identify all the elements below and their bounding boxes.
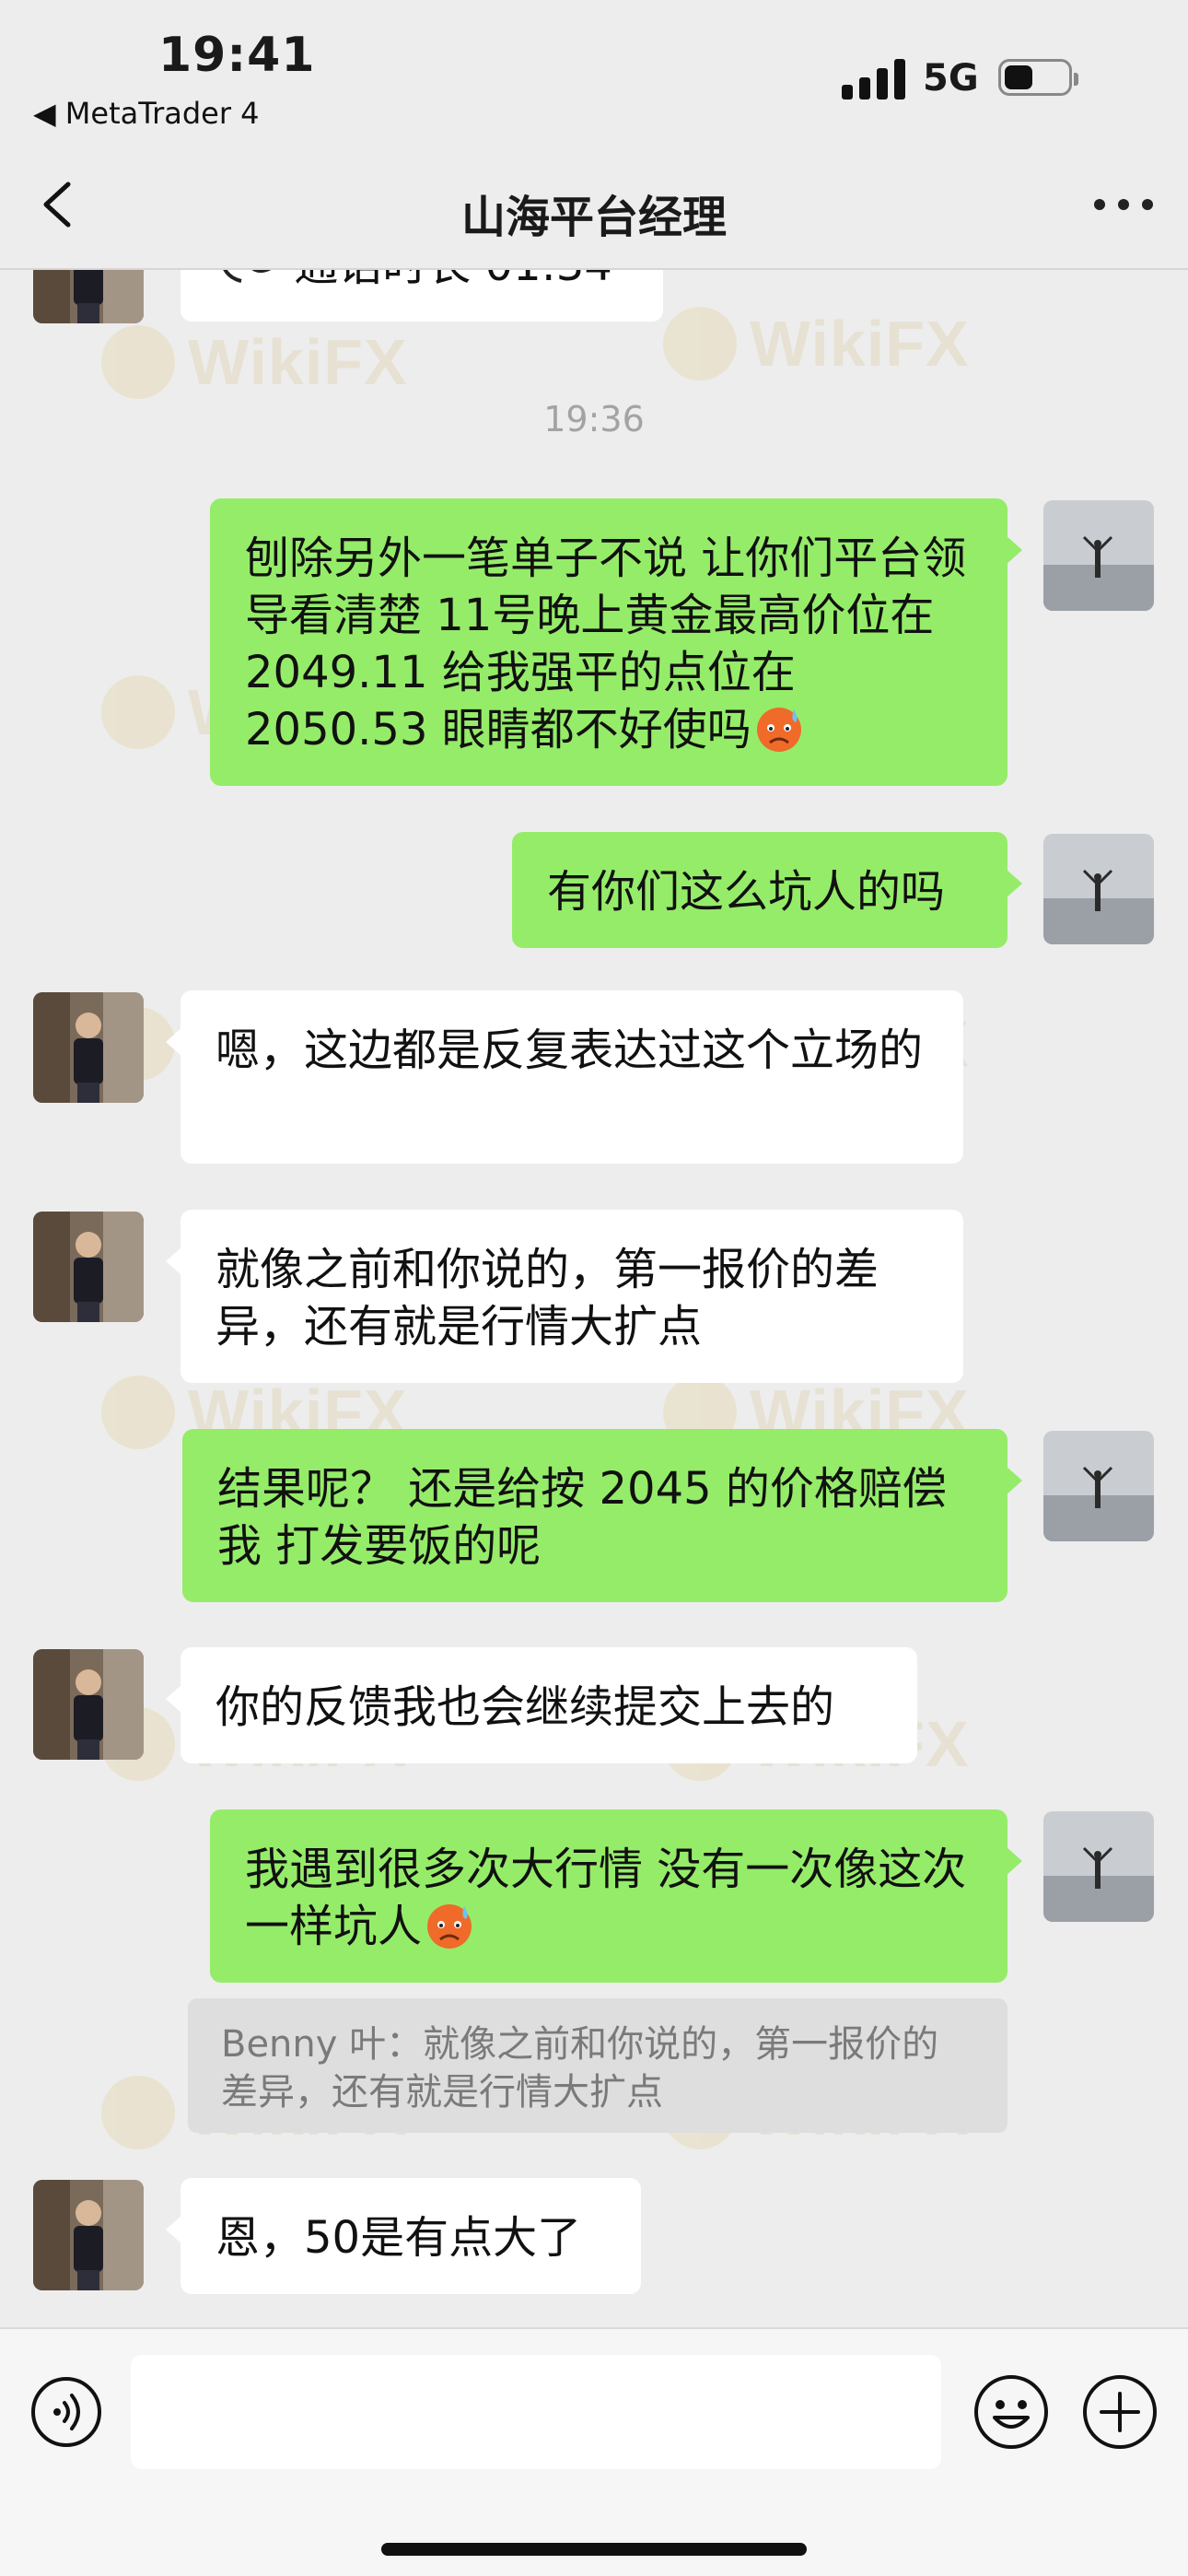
message-text: 我遇到很多次大行情 没有一次像这次一样坑人	[245, 1844, 967, 1952]
more-options-icon[interactable]	[1094, 192, 1153, 217]
my-avatar[interactable]	[1043, 1811, 1154, 1922]
message-text: 嗯，这边都是反复表达过这个立场的	[215, 1025, 924, 1076]
network-type: 5G	[923, 57, 979, 100]
message-bubble-incoming[interactable]: 恩，50是有点大了	[166, 2178, 641, 2294]
call-record-bubble[interactable]: 通话时长 01:34	[166, 270, 663, 322]
watermark-text: WikiFX	[750, 308, 970, 380]
sweat-face-emoji-icon	[427, 1904, 472, 1949]
call-duration-text: 通话时长 01:34	[294, 270, 612, 291]
message-bubble-outgoing[interactable]: 刨除另外一笔单子不说 让你们平台领导看清楚 11号晚上黄金最高价位在 2049.…	[210, 498, 1022, 786]
my-avatar[interactable]	[1043, 500, 1154, 611]
phone-call-icon	[223, 270, 272, 283]
contact-avatar[interactable]	[33, 2180, 144, 2290]
quoted-message[interactable]: Benny 叶：就像之前和你说的，第一报价的差异，还有就是行情大扩点	[188, 1998, 1007, 2133]
message-bubble-outgoing[interactable]: 有你们这么坑人的吗	[512, 832, 1022, 948]
emoji-icon[interactable]	[973, 2373, 1050, 2451]
battery-icon	[998, 59, 1078, 96]
home-indicator[interactable]	[381, 2543, 807, 2556]
status-time: 19:41	[158, 28, 316, 83]
message-text: 有你们这么坑人的吗	[547, 866, 946, 918]
message-timestamp: 19:36	[543, 399, 645, 439]
contact-avatar[interactable]	[33, 270, 144, 323]
input-bar	[0, 2327, 1188, 2576]
message-bubble-incoming[interactable]: 就像之前和你说的，第一报价的差异，还有就是行情大扩点	[166, 1210, 963, 1383]
signal-icon	[842, 57, 906, 100]
message-bubble-outgoing[interactable]: 我遇到很多次大行情 没有一次像这次一样坑人	[210, 1809, 1022, 1983]
back-to-app-link[interactable]: ◀ MetaTrader 4	[33, 96, 260, 131]
message-bubble-outgoing[interactable]: 结果呢？ 还是给按 2045 的价格赔偿我 打发要饭的呢	[182, 1429, 1022, 1602]
message-text: 你的反馈我也会继续提交上去的	[215, 1681, 835, 1733]
sweat-face-emoji-icon	[756, 708, 801, 752]
message-text: 恩，50是有点大了	[215, 2212, 582, 2264]
quoted-message-text: Benny 叶：就像之前和你说的，第一报价的差异，还有就是行情大扩点	[221, 2023, 939, 2113]
chat-header: 山海平台经理	[0, 138, 1188, 270]
my-avatar[interactable]	[1043, 834, 1154, 944]
add-attachment-icon[interactable]	[1081, 2373, 1159, 2451]
message-text: 刨除另外一笔单子不说 让你们平台领导看清楚 11号晚上黄金最高价位在 2049.…	[245, 533, 967, 755]
my-avatar[interactable]	[1043, 1431, 1154, 1541]
watermark-text: WikiFX	[188, 326, 408, 398]
contact-avatar[interactable]	[33, 1212, 144, 1322]
voice-input-icon[interactable]	[29, 2375, 103, 2449]
message-input[interactable]	[131, 2355, 941, 2469]
status-bar: 19:41 ◀ MetaTrader 4 5G	[0, 0, 1188, 138]
message-text: 就像之前和你说的，第一报价的差异，还有就是行情大扩点	[215, 1244, 879, 1352]
message-bubble-incoming[interactable]: 嗯，这边都是反复表达过这个立场的	[166, 990, 963, 1164]
message-bubble-incoming[interactable]: 你的反馈我也会继续提交上去的	[166, 1647, 917, 1763]
contact-avatar[interactable]	[33, 1649, 144, 1760]
message-text: 结果呢？ 还是给按 2045 的价格赔偿我 打发要饭的呢	[217, 1463, 947, 1572]
chat-title: 山海平台经理	[460, 192, 727, 243]
contact-avatar[interactable]	[33, 992, 144, 1103]
message-list[interactable]: WikiFX WikiFX WikiFX WikiFX WikiFX WikiF…	[0, 270, 1188, 2327]
